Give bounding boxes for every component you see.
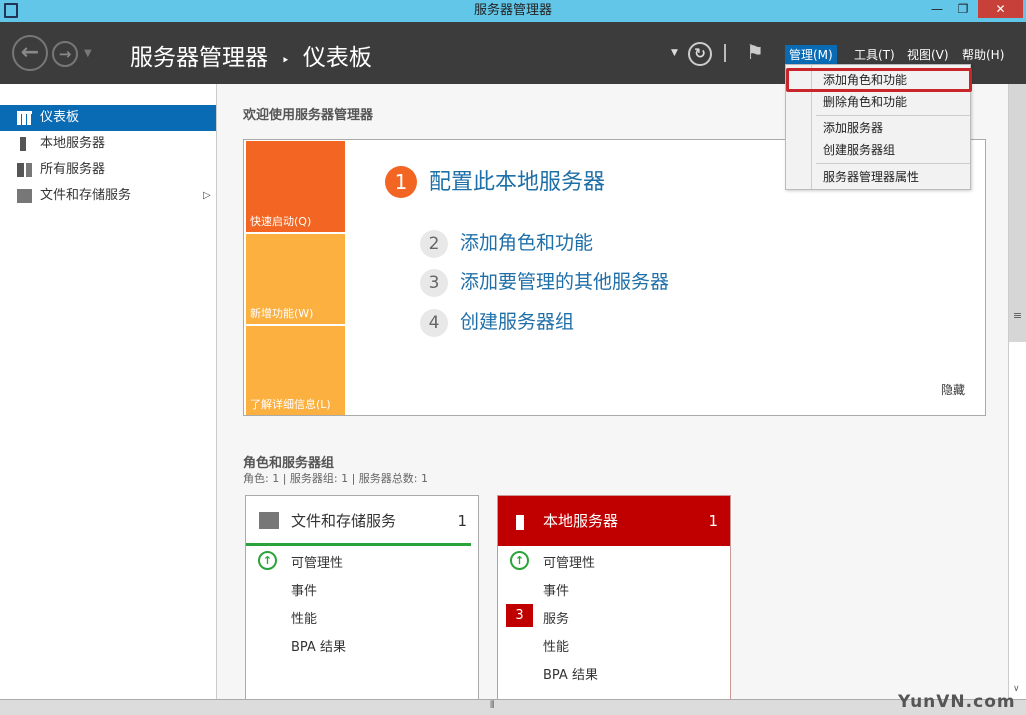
role-card-file-storage[interactable]: 文件和存储服务 1 ↑ 可管理性 事件 性能 BPA 结果 (245, 495, 479, 715)
menu-tools[interactable]: 工具(T) (850, 45, 899, 64)
tile-label: 了解详细信息(L) (250, 398, 331, 411)
vertical-scrollbar[interactable]: ≡ ∨ (1008, 84, 1026, 699)
row-manageability[interactable]: 可管理性 (543, 552, 595, 571)
breadcrumb: 服务器管理器 ‣ 仪表板 (130, 38, 372, 72)
menu-item-remove-roles[interactable]: 删除角色和功能 (823, 91, 907, 113)
tile-label: 新增功能(W) (250, 307, 314, 320)
row-performance[interactable]: 性能 (291, 608, 317, 627)
menu-manage[interactable]: 管理(M) (785, 45, 837, 64)
notifications-flag-icon[interactable]: ⚑ (746, 40, 764, 64)
step-2-add-roles[interactable]: 2 添加角色和功能 (420, 228, 593, 258)
tile-label: 快速启动(Q) (250, 215, 312, 228)
breadcrumb-page: 仪表板 (302, 45, 372, 71)
role-card-local-server[interactable]: 本地服务器 1 ↑ 可管理性 事件 3 服务 性能 BPA 结果 (497, 495, 731, 715)
tile-quick-start[interactable]: 快速启动(Q) (246, 141, 345, 232)
breadcrumb-separator-icon: ‣ (281, 53, 290, 69)
forward-button[interactable]: → (52, 41, 78, 67)
step-number: 2 (420, 230, 448, 258)
card-header[interactable]: 本地服务器 1 (498, 496, 730, 546)
sidebar-item-label: 本地服务器 (40, 136, 106, 151)
step-label: 添加角色和功能 (460, 232, 594, 254)
sidebar-item-all-servers[interactable]: 所有服务器 (0, 157, 216, 183)
services-alert-badge[interactable]: 3 (506, 604, 533, 627)
sidebar: 仪表板 本地服务器 所有服务器 文件和存储服务 ▷ (0, 84, 217, 715)
step-number: 4 (420, 309, 448, 337)
scrollbar-grip-icon[interactable]: ⦀ (490, 700, 494, 711)
card-title: 文件和存储服务 (291, 512, 397, 530)
roles-summary: 角色: 1 | 服务器组: 1 | 服务器总数: 1 (243, 472, 429, 485)
row-performance[interactable]: 性能 (543, 636, 569, 655)
step-3-add-servers[interactable]: 3 添加要管理的其他服务器 (420, 267, 669, 297)
sidebar-item-local-server[interactable]: 本地服务器 (0, 131, 216, 157)
row-events[interactable]: 事件 (543, 580, 569, 599)
card-count: 1 (457, 512, 467, 530)
watermark: YunVN.com (898, 692, 1016, 712)
step-label: 创建服务器组 (460, 311, 575, 333)
menu-item-add-roles[interactable]: 添加角色和功能 (823, 69, 907, 91)
card-count: 1 (708, 512, 718, 530)
card-title: 本地服务器 (543, 512, 619, 530)
status-ok-icon: ↑ (510, 551, 529, 570)
hide-link[interactable]: 隐藏 (941, 381, 965, 398)
restore-button[interactable]: ❐ (950, 0, 976, 18)
status-ok-icon: ↑ (258, 551, 277, 570)
menu-view[interactable]: 视图(V) (903, 45, 953, 64)
row-bpa-results[interactable]: BPA 结果 (291, 636, 346, 655)
horizontal-scrollbar[interactable]: ⦀ (0, 699, 1026, 715)
minimize-button[interactable]: — (924, 0, 950, 18)
sidebar-item-file-storage[interactable]: 文件和存储服务 ▷ (0, 183, 216, 209)
menu-item-create-group[interactable]: 创建服务器组 (823, 139, 895, 161)
back-button[interactable]: ← (12, 35, 48, 71)
menu-item-properties[interactable]: 服务器管理器属性 (823, 166, 919, 188)
row-manageability[interactable]: 可管理性 (291, 552, 343, 571)
row-events[interactable]: 事件 (291, 580, 317, 599)
breadcrumb-root[interactable]: 服务器管理器 (130, 45, 268, 71)
step-1-configure[interactable]: 1 配置此本地服务器 (385, 164, 605, 198)
app-icon (4, 3, 18, 18)
tile-whats-new[interactable]: 新增功能(W) (246, 234, 345, 324)
window-title: 服务器管理器 (473, 3, 552, 18)
refresh-icon[interactable]: ↻ (688, 42, 712, 66)
close-button[interactable]: ✕ (978, 0, 1023, 18)
manage-menu-dropdown: 添加角色和功能 删除角色和功能 添加服务器 创建服务器组 服务器管理器属性 (785, 64, 972, 190)
tile-learn-more[interactable]: 了解详细信息(L) (246, 326, 345, 415)
sidebar-item-label: 文件和存储服务 (40, 188, 132, 203)
step-label: 配置此本地服务器 (429, 170, 606, 195)
sidebar-item-label: 所有服务器 (40, 162, 106, 177)
expand-arrow-icon[interactable]: ▷ (203, 183, 211, 209)
step-label: 添加要管理的其他服务器 (460, 271, 670, 293)
sidebar-item-label: 仪表板 (40, 110, 80, 125)
step-number: 1 (385, 166, 417, 198)
menu-help[interactable]: 帮助(H) (958, 45, 1008, 64)
card-header[interactable]: 文件和存储服务 1 (246, 496, 471, 546)
menu-item-add-servers[interactable]: 添加服务器 (823, 117, 883, 139)
divider (724, 44, 726, 62)
step-4-create-group[interactable]: 4 创建服务器组 (420, 307, 574, 337)
row-services[interactable]: 服务 (543, 608, 569, 627)
roles-heading: 角色和服务器组 (243, 456, 335, 471)
scrollbar-thumb[interactable]: ≡ (1009, 84, 1026, 342)
folder-icon (259, 512, 279, 529)
sidebar-item-dashboard[interactable]: 仪表板 (0, 105, 216, 131)
dropdown-icon[interactable]: ▼ (671, 48, 678, 58)
welcome-heading: 欢迎使用服务器管理器 (243, 108, 374, 123)
history-dropdown-icon[interactable]: ▼ (84, 48, 92, 59)
step-number: 3 (420, 269, 448, 297)
server-icon (516, 512, 524, 530)
title-bar: 服务器管理器 — ❐ ✕ (0, 0, 1026, 22)
servers-icon (17, 163, 32, 177)
server-icon (20, 137, 26, 151)
dashboard-grid-icon (17, 111, 32, 125)
row-bpa-results[interactable]: BPA 结果 (543, 664, 598, 683)
folder-icon (17, 189, 32, 203)
